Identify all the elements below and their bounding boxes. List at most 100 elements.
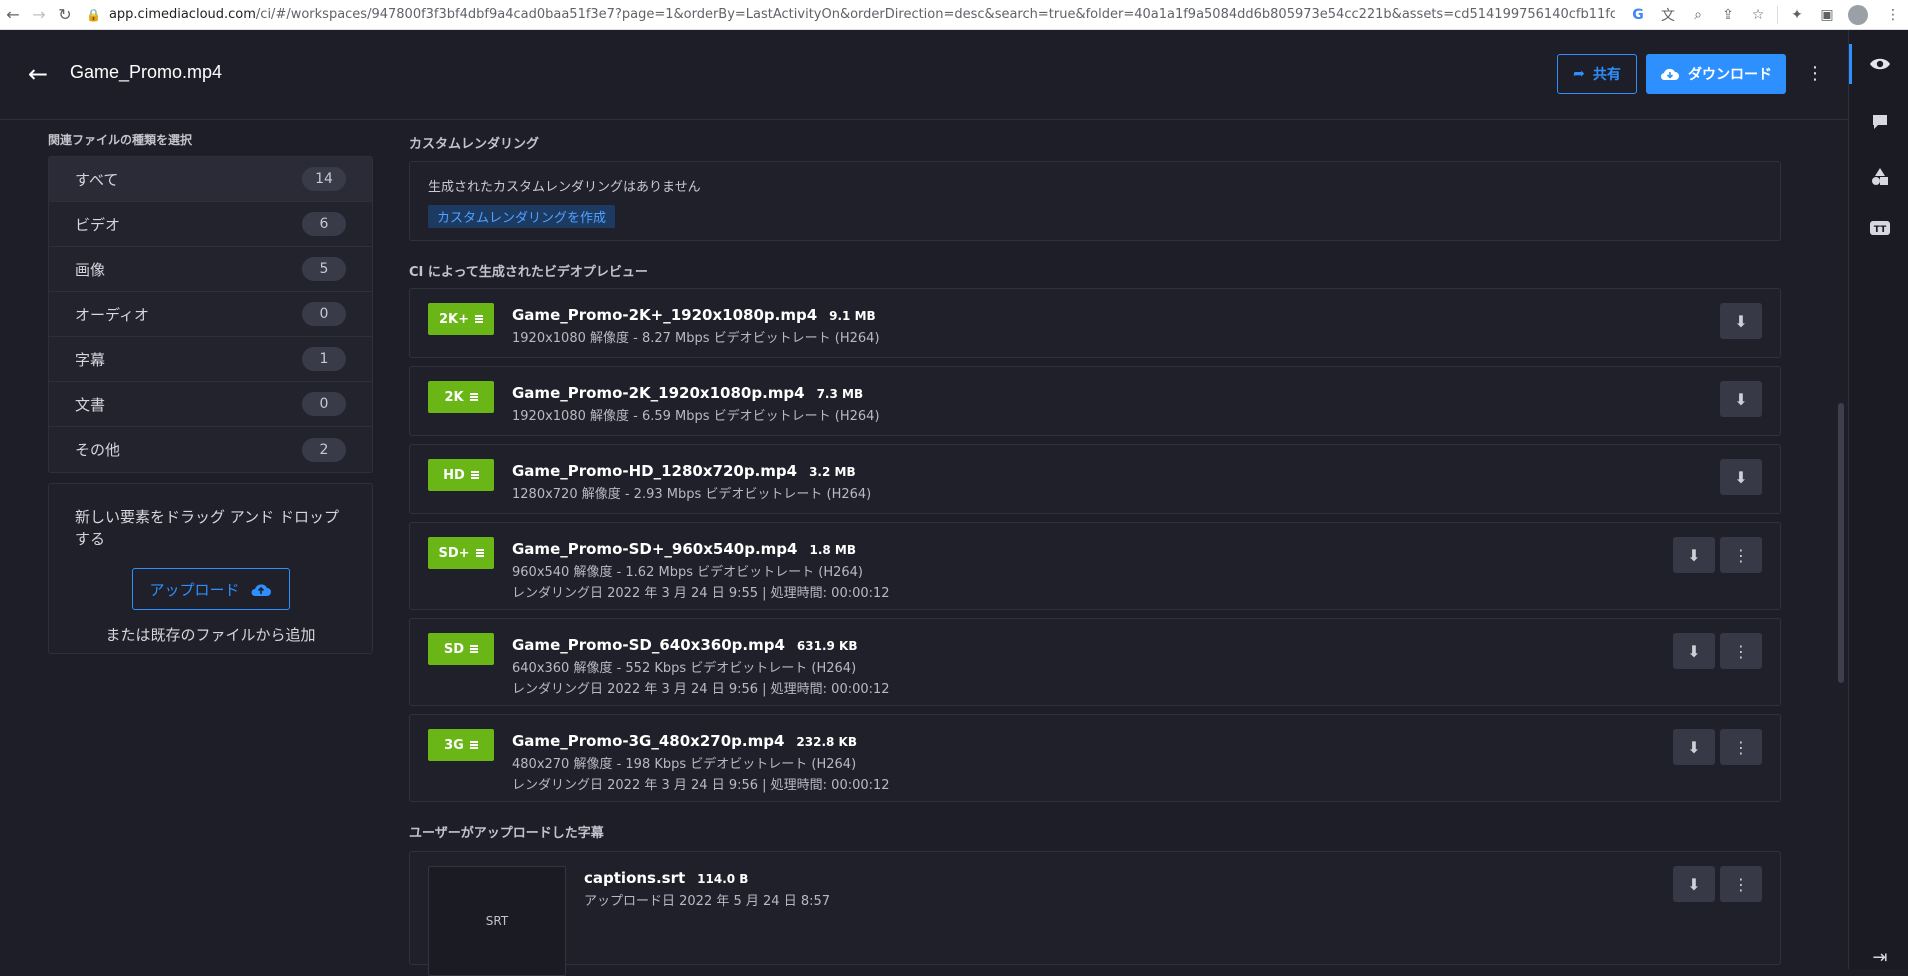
side-panel-icon[interactable]: ▣	[1812, 7, 1842, 23]
more-options-icon: ⋮	[1733, 737, 1749, 757]
browser-toolbar: ← → ↻ 🔒 app.cimediacloud.com /ci/#/works…	[0, 0, 1908, 30]
sidebar-heading: 関連ファイルの種類を選択	[48, 133, 193, 147]
browser-menu-icon[interactable]: ⋮	[1878, 7, 1908, 23]
cloud-download-icon: ⬇	[1687, 641, 1701, 661]
create-custom-rendering-button[interactable]: カスタムレンダリングを作成	[428, 205, 616, 228]
scrollbar-thumb[interactable]	[1838, 403, 1844, 683]
back-arrow-icon[interactable]: ←	[0, 5, 26, 24]
zoom-icon[interactable]: ⌕	[1683, 7, 1713, 23]
right-rail: TT ⇥	[1848, 30, 1908, 969]
share-button[interactable]: ➦ 共有	[1557, 54, 1637, 94]
file-name: Game_Promo-3G_480x270p.mp4	[512, 732, 785, 750]
type-count: 2	[302, 437, 346, 462]
cloud-download-icon: ⬇	[1687, 545, 1701, 565]
svg-text:TT: TT	[1874, 225, 1887, 235]
download-file-button[interactable]: ⬇	[1673, 537, 1715, 573]
more-options-icon[interactable]: ⋮	[1806, 60, 1824, 88]
type-item-video[interactable]: ビデオ 6	[49, 202, 372, 247]
download-file-button[interactable]: ⬇	[1720, 459, 1762, 495]
download-file-button[interactable]: ⬇	[1673, 866, 1715, 902]
cloud-download-icon: ⬇	[1734, 389, 1748, 409]
back-arrow-icon[interactable]: ←	[28, 60, 48, 88]
download-file-button[interactable]: ⬇	[1673, 729, 1715, 765]
type-label: 画像	[75, 260, 106, 279]
badge-label: 2K	[444, 389, 464, 405]
file-name: Game_Promo-2K+_1920x1080p.mp4	[512, 306, 818, 324]
preview-row: HD Game_Promo-HD_1280x720p.mp4 3.2 MB 128…	[409, 444, 1781, 514]
type-item-subtitles[interactable]: 字幕 1	[49, 337, 372, 382]
active-indicator	[1849, 44, 1852, 84]
eye-icon[interactable]	[1868, 52, 1892, 76]
type-item-image[interactable]: 画像 5	[49, 247, 372, 292]
badge-label: SD	[443, 641, 465, 657]
quality-badge: SD+	[428, 537, 494, 569]
download-button[interactable]: ダウンロード	[1646, 54, 1786, 94]
download-file-button[interactable]: ⬇	[1720, 303, 1762, 339]
more-options-icon: ⋮	[1733, 545, 1749, 565]
type-list: すべて 14 ビデオ 6 画像 5 オーディオ 0 字幕 1 文書 0 その他 2	[48, 156, 373, 473]
comment-icon[interactable]	[1868, 110, 1892, 134]
download-file-button[interactable]: ⬇	[1673, 633, 1715, 669]
download-label: ダウンロード	[1688, 67, 1772, 83]
list-icon	[469, 393, 478, 401]
share-page-icon[interactable]: ⇪	[1713, 7, 1743, 23]
type-item-audio[interactable]: オーディオ 0	[49, 292, 372, 337]
type-label: ビデオ	[75, 215, 121, 234]
row-more-button[interactable]: ⋮	[1720, 537, 1762, 573]
download-file-button[interactable]: ⬇	[1720, 381, 1762, 417]
subtitle-row: SRT captions.srt 114.0 B アップロード日 2022 年 5…	[409, 851, 1781, 976]
file-name: Game_Promo-SD+_960x540p.mp4	[512, 540, 798, 558]
upload-button[interactable]: アップロード	[131, 568, 290, 610]
file-type-sidebar: 関連ファイルの種類を選択 すべて 14 ビデオ 6 画像 5 オーディオ 0 字幕 1 文…	[48, 131, 373, 654]
add-existing-link[interactable]: または既存のファイルから追加	[75, 624, 346, 645]
collapse-panel-icon[interactable]: ⇥	[1868, 945, 1892, 969]
file-meta: 1280x720 解像度 - 2.93 Mbps ビデオビットレート (H264…	[512, 487, 872, 502]
user-subtitles-heading: ユーザーがアップロードした字幕	[409, 826, 604, 841]
url-path: /ci/#/workspaces/947800f3f3bf4dbf9a4cad0…	[255, 7, 1615, 22]
toolbar-divider	[1777, 5, 1778, 24]
row-more-button[interactable]: ⋮	[1720, 729, 1762, 765]
quality-badge: 2K	[428, 381, 494, 413]
cloud-upload-icon	[251, 584, 271, 596]
profile-avatar[interactable]	[1848, 4, 1868, 25]
no-custom-rendering-text: 生成されたカスタムレンダリングはありません	[428, 180, 701, 195]
type-count: 0	[302, 302, 346, 326]
type-item-all[interactable]: すべて 14	[49, 157, 372, 202]
google-icon[interactable]: G	[1623, 7, 1653, 23]
type-item-other[interactable]: その他 2	[49, 427, 372, 472]
file-size: 114.0 B	[697, 872, 749, 886]
more-options-icon: ⋮	[1733, 641, 1749, 661]
shapes-icon[interactable]	[1868, 164, 1892, 188]
row-more-button[interactable]: ⋮	[1720, 866, 1762, 902]
ci-previews-heading: CI によって生成されたビデオプレビュー	[409, 265, 648, 280]
render-info: レンダリング日 2022 年 3 月 24 日 9:56 | 処理時間: 00:…	[512, 778, 890, 793]
list-icon	[470, 471, 479, 479]
translate-icon[interactable]: 文	[1653, 5, 1683, 25]
file-name: Game_Promo-HD_1280x720p.mp4	[512, 462, 798, 480]
file-size: 631.9 KB	[796, 639, 858, 653]
forward-arrow-icon[interactable]: →	[26, 5, 52, 24]
extensions-icon[interactable]: ✦	[1782, 7, 1812, 23]
closed-captions-icon[interactable]: TT	[1868, 216, 1892, 240]
bookmark-star-icon[interactable]: ☆	[1743, 7, 1773, 23]
address-bar[interactable]: 🔒 app.cimediacloud.com /ci/#/workspaces/…	[86, 4, 1615, 26]
reload-icon[interactable]: ↻	[52, 5, 78, 24]
drop-zone[interactable]: 新しい要素をドラッグ アンド ドロップする アップロード または既存のファイルか…	[48, 483, 373, 654]
type-count: 0	[302, 392, 346, 416]
custom-rendering-box: 生成されたカスタムレンダリングはありません カスタムレンダリングを作成	[409, 161, 1781, 241]
type-item-documents[interactable]: 文書 0	[49, 382, 372, 427]
row-more-button[interactable]: ⋮	[1720, 633, 1762, 669]
file-meta: 960x540 解像度 - 1.62 Mbps ビデオビットレート (H264)	[512, 565, 863, 580]
share-arrow-icon: ➦	[1573, 66, 1585, 82]
badge-label: 3G	[444, 737, 464, 753]
badge-label: 2K+	[438, 311, 469, 327]
type-label: すべて	[75, 170, 119, 189]
type-count: 6	[302, 212, 346, 236]
url-host: app.cimediacloud.com	[108, 7, 256, 22]
asset-header: ← Game_Promo.mp4 ➦ 共有 ダウンロード ⋮	[0, 30, 1848, 120]
quality-badge: 2K+	[428, 303, 494, 335]
file-meta: 1920x1080 解像度 - 6.59 Mbps ビデオビットレート (H26…	[512, 409, 880, 424]
file-size: 7.3 MB	[816, 387, 864, 401]
type-label: 字幕	[75, 350, 106, 369]
badge-label: SD+	[438, 545, 470, 561]
